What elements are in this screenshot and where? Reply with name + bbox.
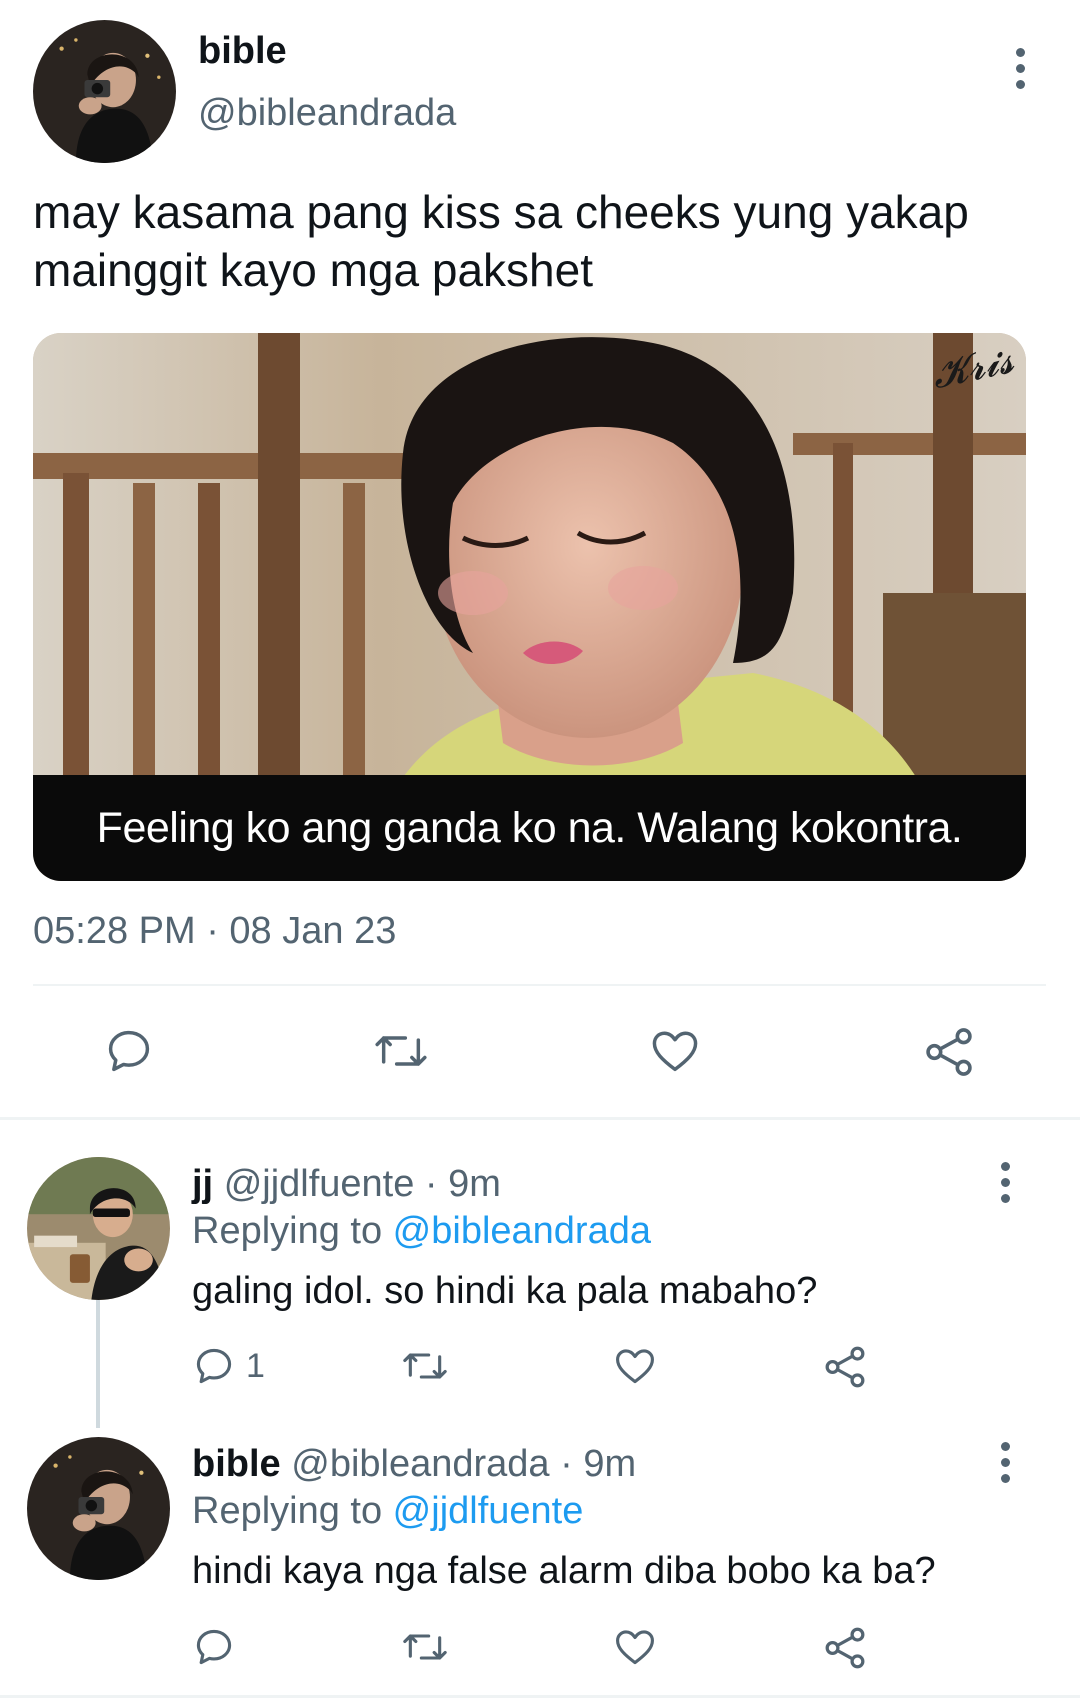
reply-count: 1 bbox=[246, 1346, 265, 1385]
user-handle[interactable]: @bibleandrada bbox=[198, 92, 456, 135]
display-name[interactable]: bible bbox=[192, 1443, 281, 1485]
mention-link[interactable]: @jjdlfuente bbox=[393, 1490, 584, 1532]
divider bbox=[0, 1695, 1080, 1698]
divider bbox=[0, 1117, 1080, 1120]
display-name[interactable]: bible bbox=[198, 30, 287, 73]
retweet-button[interactable] bbox=[400, 1625, 450, 1669]
reply-time[interactable]: 9m bbox=[583, 1443, 636, 1485]
like-button[interactable] bbox=[612, 1344, 658, 1388]
separator: · bbox=[414, 1163, 449, 1205]
avatar[interactable] bbox=[27, 1157, 170, 1300]
retweet-icon bbox=[403, 1634, 447, 1660]
like-icon bbox=[616, 1349, 654, 1384]
retweet-button[interactable] bbox=[372, 1025, 430, 1077]
reply-text: galing idol. so hindi ka pala mabaho? bbox=[192, 1270, 818, 1312]
media-caption: Feeling ko ang ganda ko na. Walang kokon… bbox=[96, 803, 963, 852]
share-icon bbox=[926, 1028, 972, 1076]
tweet-text-line: may kasama pang kiss sa cheeks yung yaka… bbox=[33, 186, 969, 238]
reply-header: jj @jjdlfuente · 9m bbox=[192, 1163, 501, 1206]
share-button[interactable] bbox=[822, 1625, 868, 1671]
thread-line bbox=[96, 1300, 100, 1428]
reply-text: hindi kaya nga false alarm diba bobo ka … bbox=[192, 1550, 936, 1592]
reply-icon bbox=[108, 1030, 150, 1072]
reply-button[interactable] bbox=[103, 1025, 155, 1077]
tweet-timestamp[interactable]: 05:28 PM · 08 Jan 23 bbox=[33, 910, 396, 953]
main-tweet: bible @bibleandrada may kasama pang kiss… bbox=[0, 0, 1080, 1118]
mention-link[interactable]: @bibleandrada bbox=[393, 1210, 651, 1252]
retweet-button[interactable] bbox=[400, 1344, 450, 1388]
display-name[interactable]: jj bbox=[192, 1163, 213, 1205]
replying-to: Replying to @jjdlfuente bbox=[192, 1490, 583, 1533]
like-icon bbox=[652, 1031, 698, 1072]
retweet-icon bbox=[375, 1036, 427, 1066]
more-options-icon[interactable] bbox=[985, 1432, 1025, 1492]
user-handle[interactable]: @jjdlfuente bbox=[224, 1163, 415, 1205]
avatar[interactable] bbox=[33, 20, 176, 163]
reply-button[interactable]: 1 bbox=[192, 1344, 265, 1388]
more-options-icon[interactable] bbox=[1000, 38, 1040, 98]
divider bbox=[33, 984, 1046, 986]
more-options-icon[interactable] bbox=[985, 1152, 1025, 1212]
share-button[interactable] bbox=[922, 1025, 976, 1079]
avatar-photo bbox=[33, 20, 176, 163]
reply-header: bible @bibleandrada · 9m bbox=[192, 1443, 636, 1486]
reply-button[interactable] bbox=[192, 1625, 236, 1669]
retweet-icon bbox=[403, 1353, 447, 1379]
share-icon bbox=[825, 1627, 865, 1669]
replying-prefix: Replying to bbox=[192, 1490, 393, 1532]
caption-bar: Feeling ko ang ganda ko na. Walang kokon… bbox=[33, 775, 1026, 881]
share-icon bbox=[825, 1346, 865, 1388]
replying-prefix: Replying to bbox=[192, 1210, 393, 1252]
reply-icon bbox=[196, 1629, 232, 1665]
avatar-photo bbox=[27, 1157, 170, 1300]
like-icon bbox=[616, 1630, 654, 1665]
tweet-text-line: mainggit kayo mga pakshet bbox=[33, 244, 593, 296]
tweet-media[interactable]: 𝓚𝓻𝓲𝓼 Feeling ko ang ganda ko na. Walang … bbox=[33, 333, 1026, 881]
like-button[interactable] bbox=[612, 1625, 658, 1669]
replying-to: Replying to @bibleandrada bbox=[192, 1210, 651, 1253]
avatar[interactable] bbox=[27, 1437, 170, 1580]
avatar-photo bbox=[27, 1437, 170, 1580]
reply-time[interactable]: 9m bbox=[448, 1163, 501, 1205]
tweet-text: may kasama pang kiss sa cheeks yung yaka… bbox=[33, 183, 1053, 299]
reply-icon bbox=[196, 1348, 232, 1384]
like-button[interactable] bbox=[648, 1025, 702, 1077]
separator: · bbox=[549, 1443, 584, 1485]
share-button[interactable] bbox=[822, 1344, 868, 1390]
user-handle[interactable]: @bibleandrada bbox=[291, 1443, 549, 1485]
